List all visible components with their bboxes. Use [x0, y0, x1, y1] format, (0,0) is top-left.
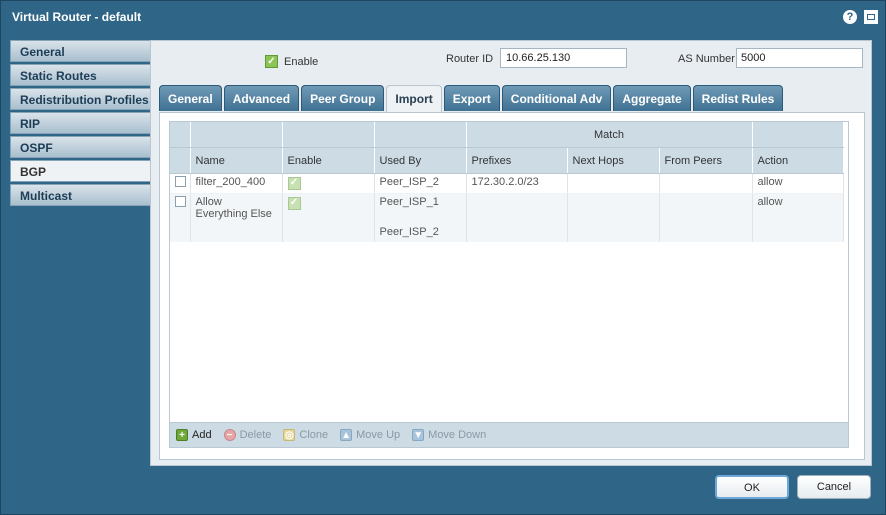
sidebar-item-general[interactable]: General: [10, 40, 150, 62]
header-name-group: [190, 122, 283, 148]
rule-enabled-checkbox: ✓: [287, 176, 301, 190]
rule-used-by: Peer_ISP_1 Peer_ISP_2: [374, 193, 467, 242]
rule-from-peers: [659, 173, 753, 194]
header-match-group: Match: [466, 122, 753, 148]
bgp-tabs: General Advanced Peer Group Import Expor…: [159, 85, 785, 113]
add-label: Add: [192, 429, 212, 441]
enable-row: ✓ Enable: [265, 55, 318, 68]
title-bar: Virtual Router - default ?: [1, 1, 885, 33]
header-select-group: [170, 122, 191, 148]
table-row[interactable]: filter_200_400 ✓ Peer_ISP_2 172.30.2.0/2…: [170, 173, 844, 194]
tab-advanced[interactable]: Advanced: [223, 85, 300, 111]
ok-button[interactable]: OK: [715, 475, 789, 499]
tab-general[interactable]: General: [159, 85, 222, 111]
delete-label: Delete: [239, 429, 272, 441]
sidebar: General Static Routes Redistribution Pro…: [10, 40, 150, 208]
dialog-title: Virtual Router - default: [12, 10, 142, 24]
delete-button[interactable]: − Delete: [223, 429, 272, 441]
router-id-input[interactable]: 10.66.25.130: [500, 48, 627, 68]
tab-aggregate[interactable]: Aggregate: [613, 85, 691, 111]
router-id-label: Router ID: [446, 53, 494, 65]
clone-label: Clone: [299, 429, 329, 441]
import-tab-panel: Match Name Enable Used By Prefixes Next …: [159, 112, 865, 460]
sidebar-item-redistribution-profiles[interactable]: Redistribution Profiles: [10, 88, 150, 110]
bgp-panel: ✓ Enable Router ID 10.66.25.130 AS Numbe…: [150, 40, 872, 466]
virtual-router-dialog: Virtual Router - default ? General Stati…: [0, 0, 886, 515]
sidebar-item-bgp[interactable]: BGP: [10, 160, 150, 182]
move-up-button[interactable]: ▲ Move Up: [340, 429, 400, 441]
delete-icon: −: [223, 429, 236, 441]
as-number-input[interactable]: 5000: [736, 48, 863, 68]
header-from-peers[interactable]: From Peers: [659, 147, 753, 174]
header-select: [170, 147, 191, 174]
header-prefixes[interactable]: Prefixes: [466, 147, 568, 174]
rule-name[interactable]: Allow Everything Else: [190, 193, 283, 242]
clone-icon: ◎: [283, 429, 296, 441]
rule-prefixes: [466, 193, 568, 242]
rule-action: allow: [752, 173, 844, 194]
sidebar-item-static-routes[interactable]: Static Routes: [10, 64, 150, 86]
tab-peer-group[interactable]: Peer Group: [301, 85, 385, 111]
used-by-entry: [380, 208, 461, 220]
enable-checkbox[interactable]: ✓: [265, 55, 278, 68]
rule-next-hops: [567, 193, 660, 242]
tab-import[interactable]: Import: [386, 85, 442, 113]
rule-name[interactable]: filter_200_400: [190, 173, 283, 194]
arrow-up-icon: ▲: [340, 429, 353, 441]
rule-next-hops: [567, 173, 660, 194]
as-number-label: AS Number: [678, 53, 735, 65]
rule-enabled-checkbox: ✓: [287, 196, 301, 210]
move-down-button[interactable]: ▼ Move Down: [412, 429, 486, 441]
header-action-group: [752, 122, 844, 148]
arrow-down-icon: ▼: [412, 429, 425, 441]
add-button[interactable]: + Add: [176, 429, 212, 441]
used-by-entry: Peer_ISP_2: [379, 226, 439, 238]
maximize-icon[interactable]: [864, 10, 878, 24]
move-up-label: Move Up: [356, 429, 401, 441]
add-icon: +: [176, 429, 188, 441]
rule-used-by: Peer_ISP_2: [374, 173, 467, 194]
sidebar-item-rip[interactable]: RIP: [10, 112, 150, 134]
move-down-label: Move Down: [428, 429, 487, 441]
import-rules-grid: Match Name Enable Used By Prefixes Next …: [169, 121, 849, 423]
header-enable-group: [282, 122, 375, 148]
grid-toolbar: + Add − Delete ◎ Clone ▲ Move Up ▼ Move …: [169, 423, 849, 448]
help-icon[interactable]: ?: [843, 10, 857, 24]
row-select-checkbox[interactable]: [175, 196, 186, 207]
import-rules-table: Match Name Enable Used By Prefixes Next …: [170, 122, 844, 242]
tab-export[interactable]: Export: [443, 85, 500, 111]
header-used-by-group: [374, 122, 467, 148]
rule-prefixes: 172.30.2.0/23: [466, 173, 568, 194]
clone-button[interactable]: ◎ Clone: [283, 429, 328, 441]
table-row[interactable]: Allow Everything Else ✓ Peer_ISP_1 Peer_…: [170, 193, 844, 242]
header-name[interactable]: Name: [190, 147, 283, 174]
rule-action: allow: [752, 193, 844, 242]
enable-label: Enable: [284, 55, 319, 68]
tab-redist-rules[interactable]: Redist Rules: [692, 85, 784, 111]
sidebar-item-multicast[interactable]: Multicast: [10, 184, 150, 206]
header-used-by[interactable]: Used By: [374, 147, 467, 174]
row-select-checkbox[interactable]: [175, 176, 186, 187]
rule-from-peers: [659, 193, 753, 242]
cancel-button[interactable]: Cancel: [797, 475, 871, 499]
header-enable[interactable]: Enable: [282, 147, 375, 174]
sidebar-item-ospf[interactable]: OSPF: [10, 136, 150, 158]
used-by-entry: Peer_ISP_1: [379, 196, 439, 208]
header-next-hops[interactable]: Next Hops: [567, 147, 660, 174]
tab-conditional-adv[interactable]: Conditional Adv: [501, 85, 612, 111]
header-action[interactable]: Action: [752, 147, 844, 174]
